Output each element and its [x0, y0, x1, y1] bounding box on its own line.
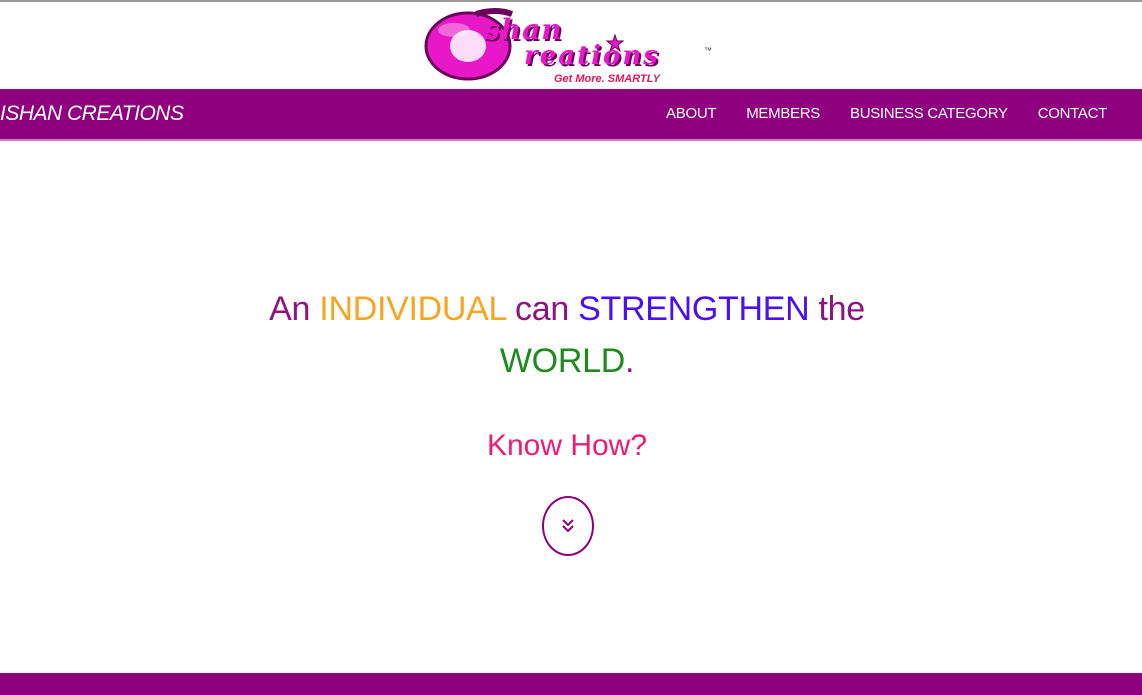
logo-tagline: Get More. SMARTLY [554, 73, 660, 85]
footer-bar [0, 673, 1142, 695]
know-how-text: Know How? [486, 429, 648, 462]
chevron-double-down-icon [562, 519, 574, 533]
nav-links: ABOUT MEMBERS BUSINESS CATEGORY CONTACT [651, 89, 1122, 139]
nav-about[interactable]: ABOUT [651, 89, 731, 139]
headline-period: . [624, 342, 635, 380]
top-border [0, 0, 1142, 2]
nav-contact[interactable]: CONTACT [1023, 89, 1122, 139]
nav-business-category[interactable]: BUSINESS CATEGORY [835, 89, 1023, 139]
headline-word: can [515, 290, 569, 328]
nav-members[interactable]: MEMBERS [731, 89, 835, 139]
scroll-down-button[interactable] [542, 496, 594, 556]
brand-link[interactable]: ISHAN CREATIONS [0, 89, 184, 139]
logo-word-reations: reations [524, 41, 660, 71]
headline-word-individual: INDIVIDUAL [319, 290, 506, 328]
logo-word-shan: shan [484, 13, 563, 46]
hero-headline: An INDIVIDUAL can STRENGTHEN the WORLD. [230, 283, 904, 387]
headline-word: An [269, 290, 311, 328]
headline-word-world: WORLD [499, 342, 625, 380]
headline-word: the [818, 290, 865, 328]
trademark-symbol: ™ [704, 46, 712, 55]
site-logo[interactable]: shan reations ™ Get More. SMARTLY [420, 4, 716, 88]
headline-word-strengthen: STRENGTHEN [578, 290, 810, 328]
main-navbar: ISHAN CREATIONS ABOUT MEMBERS BUSINESS C… [0, 89, 1142, 141]
